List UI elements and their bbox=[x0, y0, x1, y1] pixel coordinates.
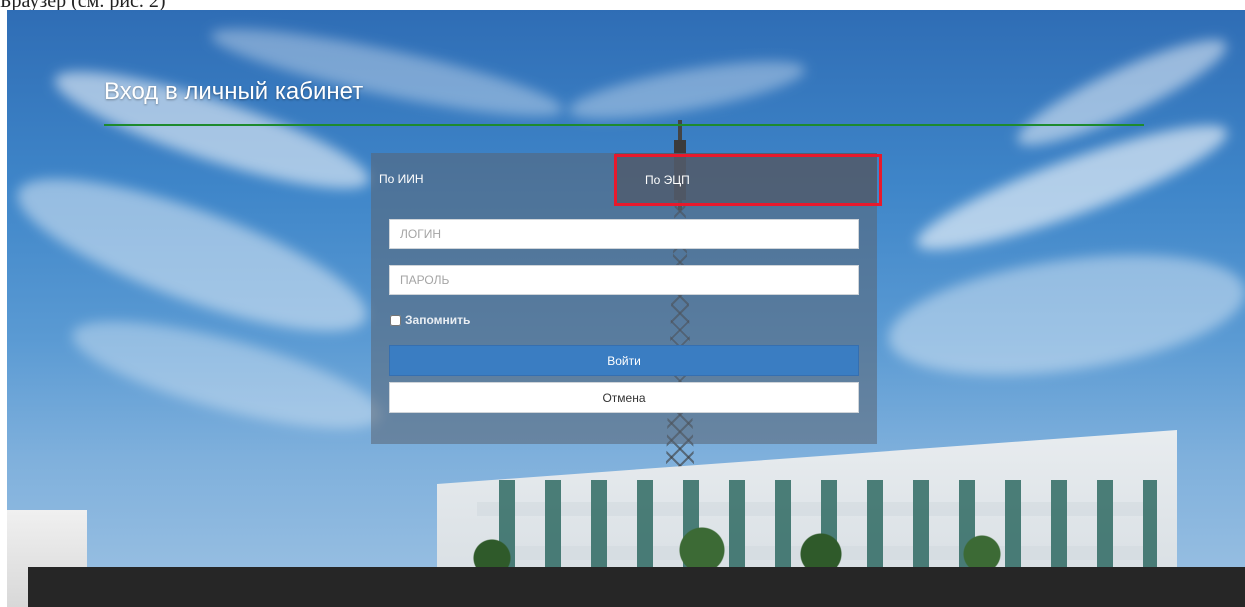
cancel-button[interactable]: Отмена bbox=[389, 382, 859, 413]
tab-by-ecp[interactable]: По ЭЦП bbox=[615, 153, 877, 205]
cloud bbox=[565, 49, 809, 131]
password-input[interactable] bbox=[389, 265, 859, 295]
tab-by-iin[interactable]: По ИИН bbox=[371, 153, 615, 205]
cloud bbox=[206, 13, 568, 132]
remember-label: Запомнить bbox=[405, 313, 471, 327]
login-input[interactable] bbox=[389, 219, 859, 249]
auth-tabs: По ИИН По ЭЦП bbox=[371, 153, 877, 205]
title-underline bbox=[104, 124, 1144, 126]
remember-checkbox[interactable] bbox=[390, 314, 401, 326]
page-title: Вход в личный кабинет bbox=[104, 78, 364, 105]
cloud bbox=[881, 235, 1245, 395]
login-button[interactable]: Войти bbox=[389, 345, 859, 376]
footer-bar bbox=[28, 567, 1245, 607]
remember-me[interactable]: Запомнить bbox=[390, 312, 470, 328]
